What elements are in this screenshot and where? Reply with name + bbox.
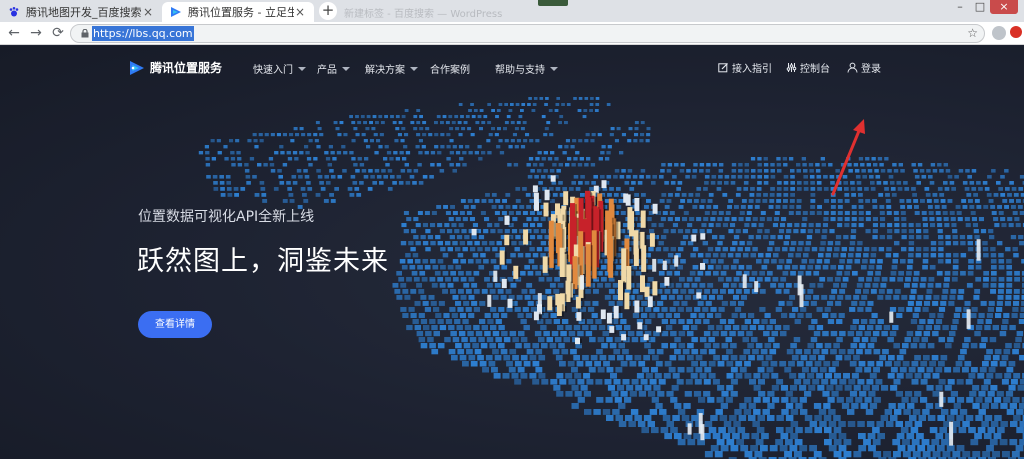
site-header: 腾讯位置服务 快速入门 产品 解决方案 合作案例 帮助与支持 接入指引 控制台 … bbox=[0, 46, 1024, 88]
window-close-button[interactable]: × bbox=[990, 0, 1018, 14]
profile-avatar-icon[interactable] bbox=[992, 26, 1006, 40]
tab-close-icon[interactable]: × bbox=[294, 5, 306, 19]
tencent-lbs-logo-icon bbox=[130, 60, 144, 75]
maximize-button[interactable]: □ bbox=[970, 0, 990, 14]
tab-title: 腾讯位置服务 - 立足生态，连接未来 bbox=[188, 6, 294, 19]
lbs-homepage: 腾讯位置服务 快速入门 产品 解决方案 合作案例 帮助与支持 接入指引 控制台 … bbox=[0, 46, 1024, 459]
nav-item-label: 快速入门 bbox=[253, 65, 293, 76]
hero-subtitle: 位置数据可视化API全新上线 bbox=[138, 209, 315, 225]
city-grid-blocks bbox=[198, 97, 1024, 459]
lock-icon bbox=[81, 29, 89, 38]
tab-baidu-search[interactable]: 腾讯地图开发_百度搜索 × bbox=[0, 2, 162, 22]
tab-lbs-qq[interactable]: 腾讯位置服务 - 立足生态，连接未来 × bbox=[162, 2, 314, 22]
link-label: 登录 bbox=[861, 64, 881, 75]
access-guide-link[interactable]: 接入指引 bbox=[718, 60, 772, 75]
new-tab-button[interactable]: + bbox=[319, 2, 337, 20]
nav-item-label: 产品 bbox=[317, 65, 337, 76]
nav-item-solutions[interactable]: 解决方案 bbox=[365, 61, 418, 76]
user-icon bbox=[847, 62, 858, 73]
nav-item-quickstart[interactable]: 快速入门 bbox=[253, 61, 306, 76]
console-link[interactable]: 控制台 bbox=[786, 60, 830, 75]
back-icon[interactable]: ← bbox=[6, 25, 22, 41]
edit-icon bbox=[718, 63, 728, 73]
chevron-down-icon bbox=[410, 66, 418, 71]
extension-icon[interactable] bbox=[1010, 26, 1022, 38]
chevron-down-icon bbox=[298, 66, 306, 71]
bookmark-star-icon[interactable]: ☆ bbox=[967, 26, 978, 40]
browser-tab-strip: 腾讯地图开发_百度搜索 × 腾讯位置服务 - 立足生态，连接未来 × + 新建标… bbox=[0, 0, 1024, 22]
hero-headline: 跃然图上，洞鉴未来 bbox=[137, 246, 389, 277]
window-controls: – □ × bbox=[950, 0, 1018, 14]
nav-item-label: 解决方案 bbox=[365, 65, 405, 76]
nav-item-label: 帮助与支持 bbox=[495, 65, 545, 76]
view-details-button[interactable]: 查看详情 bbox=[138, 311, 212, 338]
url-text[interactable]: https://lbs.qq.com bbox=[92, 26, 194, 41]
brand-name: 腾讯位置服务 bbox=[150, 61, 223, 75]
sliders-icon bbox=[786, 63, 797, 72]
baidu-paw-icon bbox=[9, 7, 19, 17]
cast-indicator bbox=[538, 0, 568, 6]
reload-icon[interactable]: ⟳ bbox=[50, 25, 66, 41]
chevron-down-icon bbox=[550, 66, 558, 71]
nav-item-products[interactable]: 产品 bbox=[317, 61, 350, 76]
tab-close-icon[interactable]: × bbox=[142, 5, 154, 19]
nav-item-support[interactable]: 帮助与支持 bbox=[495, 61, 558, 76]
minimize-button[interactable]: – bbox=[950, 0, 970, 14]
tab-title: 腾讯地图开发_百度搜索 bbox=[26, 6, 142, 19]
login-link[interactable]: 登录 bbox=[847, 60, 881, 75]
nav-item-cases[interactable]: 合作案例 bbox=[430, 61, 470, 76]
annotation-arrow-icon bbox=[831, 119, 865, 196]
nav-item-label: 合作案例 bbox=[430, 65, 470, 76]
forward-icon[interactable]: → bbox=[28, 25, 44, 41]
link-label: 控制台 bbox=[800, 64, 830, 75]
address-bar[interactable]: https://lbs.qq.com ☆ bbox=[70, 24, 985, 43]
browser-toolbar: ← → ⟳ https://lbs.qq.com ☆ bbox=[0, 22, 1024, 45]
link-label: 接入指引 bbox=[732, 64, 772, 75]
tencent-lbs-logo-icon bbox=[171, 7, 181, 17]
chevron-down-icon bbox=[342, 66, 350, 71]
ghost-tab-text: 新建标签 - 百度搜索 — WordPress bbox=[344, 9, 503, 20]
site-logo[interactable]: 腾讯位置服务 bbox=[129, 59, 222, 76]
